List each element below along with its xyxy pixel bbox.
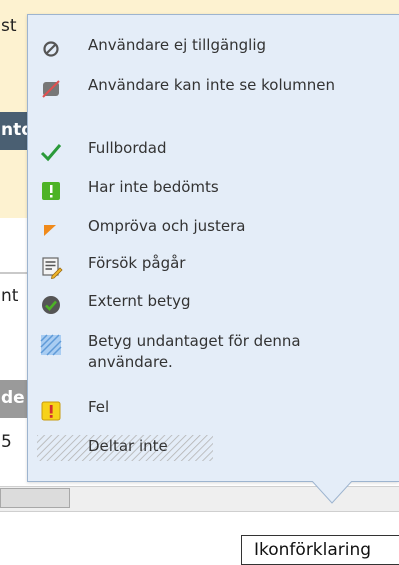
legend-label: Betyg undantaget för denna användare. — [88, 332, 301, 371]
background-header-text: de — [1, 388, 25, 408]
check-icon — [40, 144, 62, 162]
exempt-icon — [40, 334, 62, 356]
hidden-column-icon — [42, 80, 60, 98]
legend-label: Har inte bedömts — [88, 178, 219, 196]
corner-flag-icon — [44, 225, 56, 236]
background-text: 5 — [1, 432, 12, 452]
legend-label: Fullbordad — [88, 139, 167, 157]
legend-label: Försök pågår — [88, 254, 186, 272]
popover-pointer — [312, 481, 352, 504]
legend-label: Ompröva och justera — [88, 217, 246, 235]
legend-label: Externt betyg — [88, 292, 191, 310]
external-grade-icon — [42, 296, 60, 314]
background-header-dark: ntd — [0, 112, 33, 150]
error-icon — [41, 401, 61, 421]
legend-label: Fel — [88, 398, 110, 416]
icon-legend-button[interactable]: Ikonförklaring — [241, 535, 399, 565]
background-text: st — [1, 16, 17, 36]
background-scrollbar-thumb[interactable] — [0, 488, 70, 508]
background-divider — [0, 272, 30, 274]
attempt-icon — [42, 257, 63, 279]
legend-label: Användare ej tillgänglig — [88, 36, 267, 54]
legend-label: Deltar inte — [88, 437, 168, 455]
unavailable-icon — [43, 41, 59, 57]
not-graded-icon — [42, 182, 60, 200]
legend-label: Användare kan inte se kolumnen — [88, 76, 336, 94]
background-text: nt — [1, 286, 19, 306]
background-header-grey: de — [0, 380, 30, 418]
icon-legend-popover: Användare ej tillgänglig Användare kan i… — [27, 14, 399, 482]
